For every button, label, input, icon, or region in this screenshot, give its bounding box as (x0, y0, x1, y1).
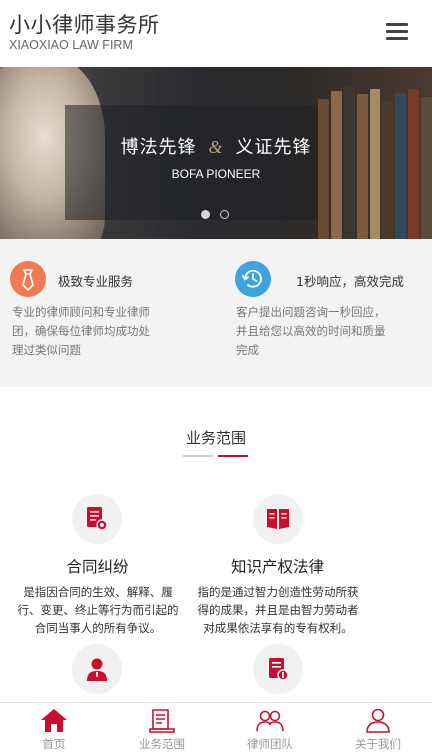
nav-item-business-scope[interactable]: 业务范围 (108, 703, 216, 752)
hero-banner[interactable]: 博法先锋 & 义证先锋 BOFA PIONEER (0, 67, 432, 239)
feature-desc: 专业的律师顾问和专业律师 团，确保每位律师均成功处 理过类似问题 (12, 305, 150, 357)
business-scope-icon (149, 709, 175, 733)
section-divider-red (218, 455, 248, 457)
home-icon (41, 709, 67, 732)
banner-subtitle: BOFA PIONEER (171, 167, 261, 181)
service-title[interactable]: 知识产权法律 (180, 555, 375, 577)
banner-overlay (65, 105, 318, 220)
header: 小小律师事务所 XIAOXIAO LAW FIRM (0, 0, 432, 67)
lawyer-person-icon[interactable] (72, 644, 122, 694)
hamburger-menu-icon[interactable] (386, 23, 408, 41)
bottom-nav: 首页 业务范围 律师团队 关于我们 (0, 702, 432, 752)
section-divider-gray (183, 455, 213, 457)
carousel-dot-1[interactable] (201, 210, 210, 219)
team-icon (256, 710, 284, 732)
open-book-icon[interactable] (253, 494, 303, 544)
section-title: 业务范围 (185, 429, 246, 447)
service-title[interactable]: 合同纠纷 (0, 555, 195, 577)
nav-label: 关于我们 (355, 737, 401, 751)
service-desc: 指的是通过智力创造性劳动所获 得的成果，并且是由智力劳动者 对成果依法享有的专有… (197, 585, 359, 635)
banner-title-left: 博法先锋 (120, 137, 197, 158)
banner-title-right: 义证先锋 (235, 137, 312, 158)
feature-desc: 客户提出问题咨询一秒回应， 并且给您以高效的时间和质量 完成 (236, 305, 386, 357)
service-desc: 是指因合同的生效、解释、履 行、变更、终止等行为而引起的 合同当事人的所有争议。 (17, 585, 179, 635)
carousel-dot-2[interactable] (220, 210, 229, 219)
feature-title: 1秒响应，高效完成 (296, 274, 404, 289)
brand-name[interactable]: 小小律师事务所 (9, 9, 160, 39)
banner-title: 博法先锋 & 义证先锋 (0, 133, 432, 159)
bill-document-icon[interactable] (253, 644, 303, 694)
necktie-icon (10, 261, 46, 297)
nav-item-about[interactable]: 关于我们 (324, 703, 432, 752)
nav-label: 律师团队 (247, 737, 293, 751)
brand-subtitle: XIAOXIAO LAW FIRM (9, 38, 133, 52)
contract-document-icon[interactable] (72, 494, 122, 544)
nav-label: 首页 (42, 737, 66, 751)
nav-label: 业务范围 (139, 737, 185, 751)
user-icon (366, 708, 390, 733)
clock-refresh-icon (235, 261, 271, 297)
features-section: 极致专业服务 专业的律师顾问和专业律师 团，确保每位律师均成功处 理过类似问题 … (0, 239, 432, 387)
banner-title-amp: & (208, 137, 224, 157)
feature-title: 极致专业服务 (58, 274, 134, 289)
nav-item-home[interactable]: 首页 (0, 703, 108, 752)
nav-item-team[interactable]: 律师团队 (216, 703, 324, 752)
